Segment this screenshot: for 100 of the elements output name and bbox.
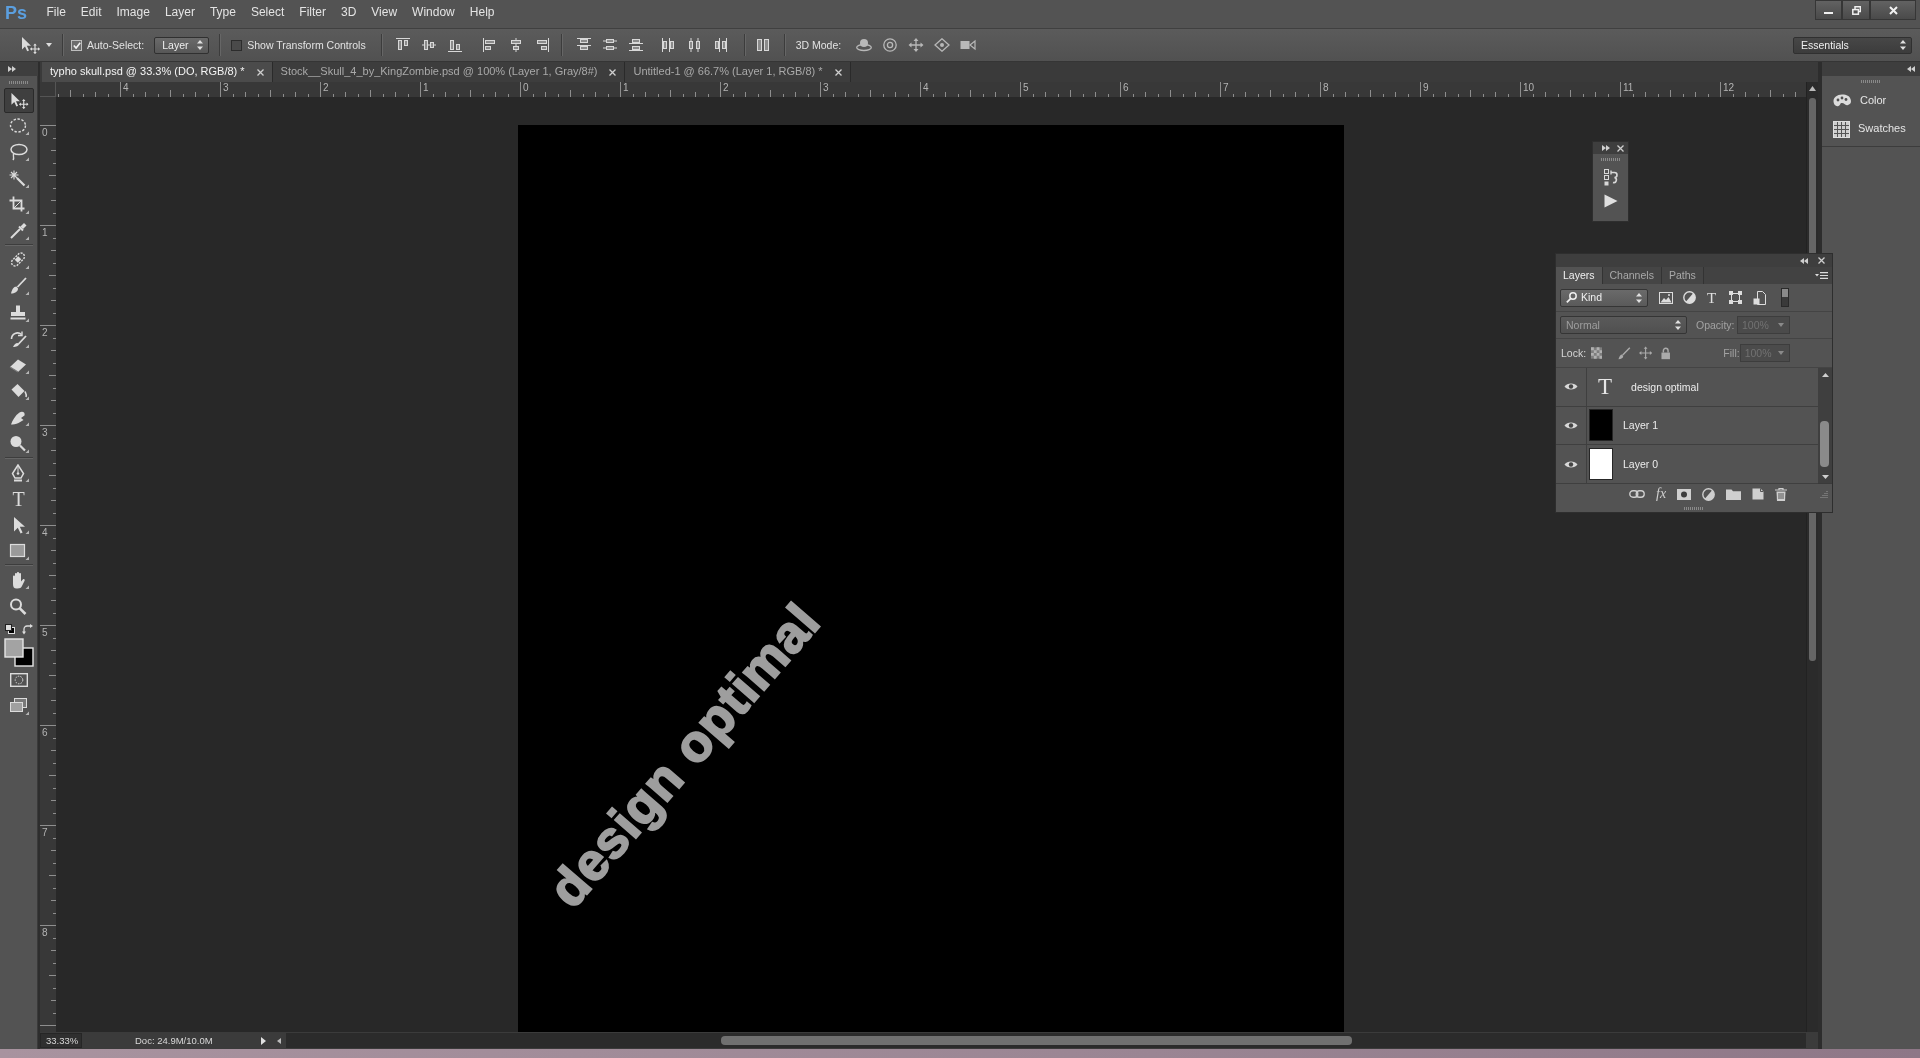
crop-icon[interactable] <box>8 195 29 214</box>
menu-item[interactable]: View <box>363 5 405 20</box>
layer-row[interactable]: Layer 1 <box>1556 406 1818 446</box>
distribute-vertical-centers-icon[interactable] <box>602 38 617 52</box>
brush-icon[interactable] <box>8 277 29 296</box>
auto-align-icon[interactable] <box>755 38 770 52</box>
half-circle-icon[interactable] <box>1702 487 1716 501</box>
type-filter-button[interactable]: T <box>1707 290 1717 305</box>
caret-icon[interactable] <box>46 43 52 47</box>
move-arrows-icon[interactable] <box>1638 346 1652 360</box>
stacked-windows-icon[interactable] <box>8 697 29 716</box>
link-icon[interactable] <box>1629 490 1645 498</box>
distribute-right-edges-icon[interactable] <box>713 38 728 52</box>
align-right-edges-icon[interactable] <box>534 38 549 52</box>
eye-icon[interactable] <box>1564 382 1578 392</box>
menu-item[interactable]: Help <box>462 5 502 20</box>
layers-scrollbar[interactable] <box>1818 368 1832 483</box>
resize-grip-icon[interactable] <box>1819 489 1828 499</box>
checkbox[interactable] <box>71 39 82 51</box>
minimize-button[interactable] <box>1815 0 1842 20</box>
menu-item[interactable]: Filter <box>291 5 334 20</box>
brush-icon[interactable] <box>1618 346 1631 360</box>
scroll-up-icon[interactable] <box>1809 86 1816 91</box>
scroll-up-icon[interactable] <box>1821 373 1829 377</box>
arrow-right-icon[interactable] <box>260 1036 266 1045</box>
scroll-left-icon[interactable] <box>276 1037 281 1044</box>
paint-bucket-icon[interactable] <box>8 382 29 401</box>
expand-icon[interactable] <box>7 66 16 72</box>
menu-item[interactable]: Type <box>202 5 244 20</box>
orbit-icon[interactable] <box>856 38 873 52</box>
menu-item[interactable]: Image <box>109 5 158 20</box>
scroll-down-icon[interactable] <box>1821 475 1829 479</box>
checkbox[interactable] <box>231 39 243 51</box>
scroll-thumb[interactable] <box>720 1036 1352 1045</box>
close-icon[interactable] <box>1617 144 1624 152</box>
bandage-icon[interactable] <box>8 251 29 270</box>
layer-row[interactable]: T design optimal <box>1556 368 1818 407</box>
stamp-icon[interactable] <box>8 303 29 322</box>
expand-icon[interactable] <box>1602 145 1610 151</box>
menu-item[interactable]: Window <box>404 5 463 20</box>
swap-arrows-icon[interactable] <box>21 623 33 635</box>
close-button[interactable] <box>1870 0 1916 20</box>
filter-kind-dropdown[interactable]: Kind <box>1560 288 1648 307</box>
shape-filter-icon[interactable] <box>1729 291 1743 304</box>
quick-mask-icon[interactable] <box>9 672 28 687</box>
move-arrows-icon[interactable] <box>908 38 925 52</box>
page-icon[interactable] <box>1752 488 1765 500</box>
distribute-bottom-edges-icon[interactable] <box>628 38 643 52</box>
folder-icon[interactable] <box>1726 488 1742 500</box>
play-icon[interactable] <box>1603 194 1618 208</box>
video-camera-icon[interactable] <box>960 38 977 52</box>
horizontal-scrollbar[interactable] <box>285 1033 1806 1048</box>
concentric-circles-icon[interactable] <box>882 38 899 52</box>
panel-tab[interactable]: Layers <box>1556 267 1603 284</box>
eyedropper-icon[interactable] <box>8 222 29 241</box>
page-filter-icon[interactable] <box>1753 290 1767 305</box>
workspace-dropdown[interactable]: Essentials <box>1793 36 1912 54</box>
zoom-field[interactable]: 33.33% <box>40 1033 82 1048</box>
filter-toggle[interactable] <box>1781 288 1790 307</box>
align-left-edges-icon[interactable] <box>482 38 497 52</box>
menu-item[interactable]: Select <box>243 5 292 20</box>
default-colors-icon[interactable] <box>4 623 15 634</box>
color-swatches-icon[interactable] <box>3 637 34 667</box>
distribute-left-edges-icon[interactable] <box>661 38 676 52</box>
distribute-horizontal-centers-icon[interactable] <box>687 38 702 52</box>
eye-icon[interactable] <box>1564 421 1578 430</box>
list-with-arrow-icon[interactable] <box>1603 169 1618 186</box>
image-filter-icon[interactable] <box>1659 291 1673 304</box>
zoom-icon[interactable] <box>8 597 29 616</box>
align-horizontal-centers-icon[interactable] <box>508 38 523 52</box>
eye-icon[interactable] <box>1564 459 1578 469</box>
magic-wand-icon[interactable] <box>8 169 29 188</box>
menu-item[interactable]: File <box>39 5 74 20</box>
restore-button[interactable] <box>1842 0 1870 20</box>
scroll-thumb[interactable] <box>1820 421 1829 467</box>
close-icon[interactable] <box>1818 257 1825 264</box>
close-icon[interactable] <box>834 68 842 76</box>
lasso-icon[interactable] <box>8 143 29 162</box>
move-tool-icon[interactable] <box>20 36 40 54</box>
diamond-icon[interactable] <box>934 38 951 52</box>
checkerboard-icon[interactable] <box>1591 347 1603 359</box>
menu-item[interactable]: Layer <box>157 5 203 20</box>
align-top-edges-icon[interactable] <box>395 38 410 52</box>
lollipop-icon[interactable] <box>8 434 29 453</box>
collapse-icon[interactable] <box>1800 257 1808 264</box>
document-tab[interactable]: typho skull.psd @ 33.3% (DO, RGB/8) * <box>42 62 273 82</box>
layer-row[interactable]: Layer 0 <box>1556 445 1818 484</box>
lock-icon[interactable] <box>1660 346 1671 360</box>
menu-item[interactable]: Edit <box>73 5 110 20</box>
panel-menu-icon[interactable] <box>1815 272 1828 279</box>
close-icon[interactable] <box>256 68 264 76</box>
menu-item[interactable]: 3D <box>333 5 364 20</box>
marquee-icon[interactable] <box>8 117 29 136</box>
align-bottom-edges-icon[interactable] <box>447 38 462 52</box>
mask-icon[interactable] <box>1677 488 1692 500</box>
panel-button[interactable]: Swatches <box>1822 115 1920 143</box>
trash-icon[interactable] <box>1775 487 1788 501</box>
panel-button[interactable]: Color <box>1822 87 1920 115</box>
rectangle-icon[interactable] <box>8 542 29 561</box>
move-tool-icon[interactable] <box>3 87 34 113</box>
